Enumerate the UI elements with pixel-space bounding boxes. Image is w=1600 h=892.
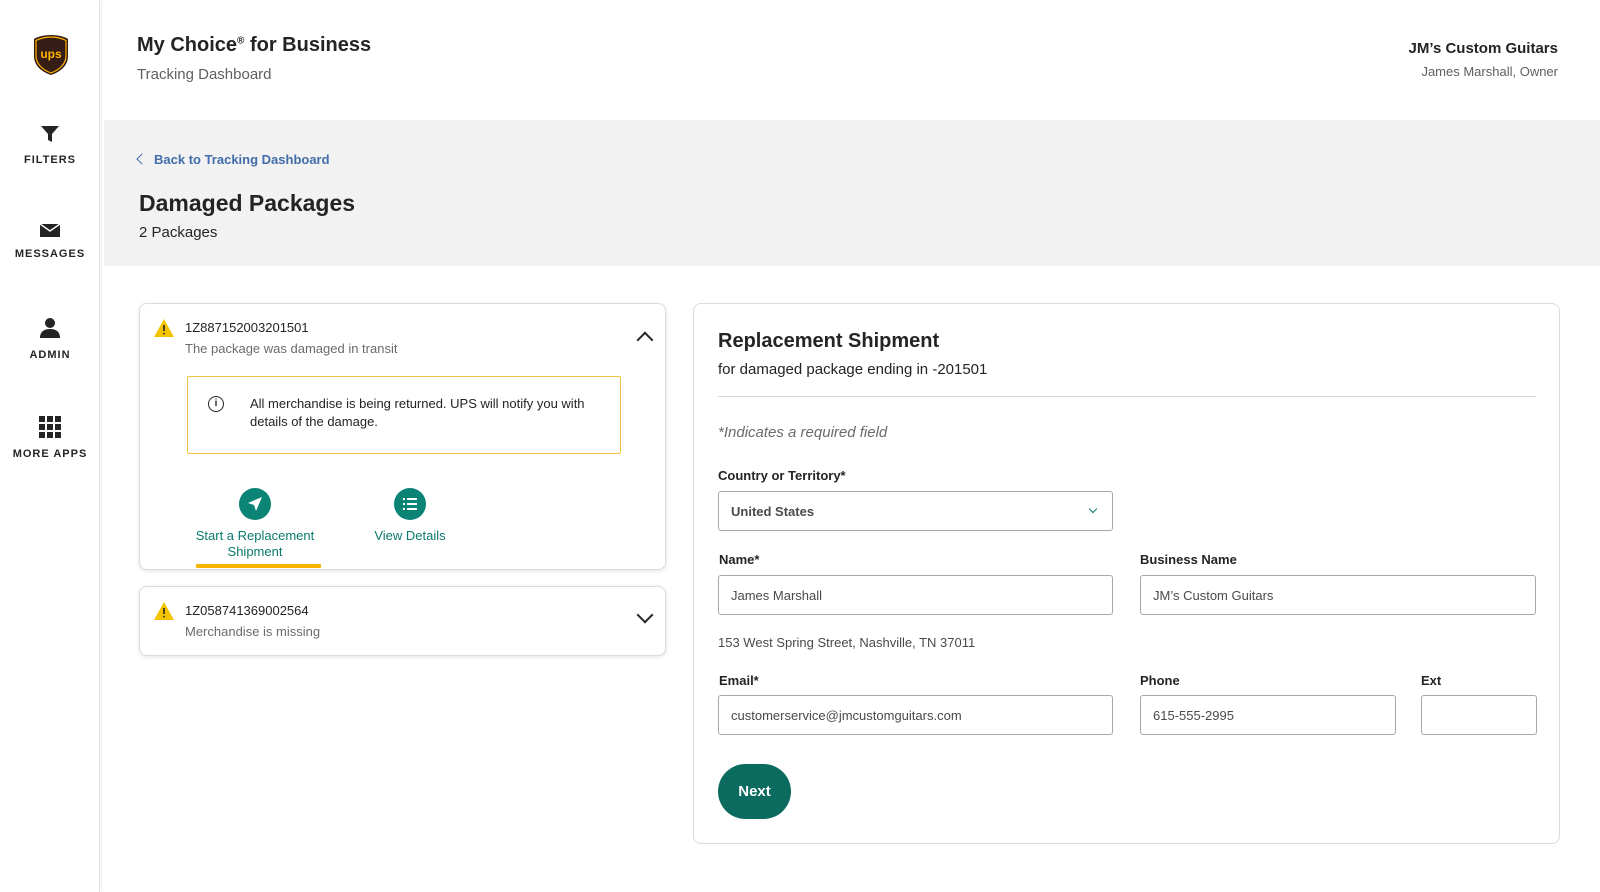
info-notice: i All merchandise is being returned. UPS… (187, 376, 621, 454)
next-button[interactable]: Next (718, 764, 791, 819)
ext-label: Ext (1421, 673, 1442, 688)
ups-logo[interactable]: ups (33, 34, 69, 76)
divider (718, 396, 1536, 397)
list-icon (394, 488, 426, 520)
warning-icon (154, 319, 174, 337)
name-input[interactable] (718, 575, 1113, 615)
sidebar-item-label: FILTERS (23, 154, 76, 166)
info-text: All merchandise is being returned. UPS w… (250, 396, 585, 429)
active-action-indicator (196, 564, 321, 568)
warning-icon (154, 602, 174, 620)
name-label: Name* (719, 552, 760, 567)
ups-logo-text: ups (40, 47, 62, 61)
back-link-label: Back to Tracking Dashboard (154, 152, 330, 167)
chevron-up-icon[interactable] (636, 331, 654, 349)
business-name-label: Business Name (1140, 552, 1237, 567)
ext-input[interactable] (1421, 695, 1537, 735)
business-name-input[interactable] (1140, 575, 1536, 615)
airplane-icon (239, 488, 271, 520)
country-label: Country or Territory* (718, 468, 846, 483)
email-label: Email* (719, 673, 759, 688)
envelope-icon (40, 223, 60, 237)
filter-icon (41, 126, 59, 142)
required-note: *Indicates a required field (718, 424, 888, 441)
sidebar-item-admin[interactable]: ADMIN (0, 317, 100, 361)
user-name: James Marshall, Owner (1421, 64, 1558, 79)
country-value: United States (731, 504, 815, 519)
sidebar-item-label: MESSAGES (14, 248, 86, 260)
sidebar-item-more-apps[interactable]: MORE APPS (0, 416, 100, 460)
view-details-button[interactable]: View Details (360, 488, 460, 544)
package-count: 2 Packages (139, 224, 218, 241)
form-title: Replacement Shipment (718, 330, 940, 352)
info-icon: i (208, 396, 224, 412)
chevron-left-icon (136, 153, 148, 165)
app-header: My Choice® for Business Tracking Dashboa… (100, 0, 1600, 120)
app-subtitle: Tracking Dashboard (137, 66, 272, 83)
form-subtitle: for damaged package ending in -201501 (718, 361, 988, 378)
replacement-shipment-form: Replacement Shipment for damaged package… (693, 303, 1560, 844)
person-icon (40, 318, 60, 338)
action-label: Start a Replacement Shipment (195, 528, 315, 559)
address-text: 153 West Spring Street, Nashville, TN 37… (718, 635, 976, 650)
page-header: Back to Tracking Dashboard Damaged Packa… (104, 120, 1600, 266)
chevron-down-icon (1088, 504, 1098, 514)
sidebar: ups FILTERS MESSAGES ADMIN MORE APPS (0, 0, 100, 892)
company-name: JM’s Custom Guitars (1408, 40, 1558, 57)
page-title: Damaged Packages (139, 190, 356, 216)
sidebar-item-label: ADMIN (29, 349, 71, 361)
action-label: View Details (374, 528, 446, 543)
grid-icon (39, 416, 61, 438)
package-status: Merchandise is missing (185, 624, 321, 639)
package-status: The package was damaged in transit (185, 341, 398, 356)
tracking-number[interactable]: 1Z887152003201501 (185, 320, 309, 335)
tracking-number[interactable]: 1Z058741369002564 (185, 603, 309, 618)
phone-label: Phone (1140, 673, 1180, 688)
package-card: 1Z887152003201501 The package was damage… (139, 303, 666, 570)
email-input[interactable] (718, 695, 1113, 735)
sidebar-item-messages[interactable]: MESSAGES (0, 222, 100, 260)
package-card[interactable]: 1Z058741369002564 Merchandise is missing (139, 586, 666, 656)
phone-input[interactable] (1140, 695, 1396, 735)
back-link[interactable]: Back to Tracking Dashboard (136, 152, 330, 167)
app-title: My Choice® for Business (137, 34, 372, 56)
sidebar-item-filters[interactable]: FILTERS (0, 124, 100, 166)
sidebar-item-label: MORE APPS (12, 448, 88, 460)
country-select[interactable]: United States (718, 491, 1113, 531)
chevron-down-icon[interactable] (636, 606, 654, 624)
start-replacement-button[interactable]: Start a Replacement Shipment (190, 488, 320, 560)
